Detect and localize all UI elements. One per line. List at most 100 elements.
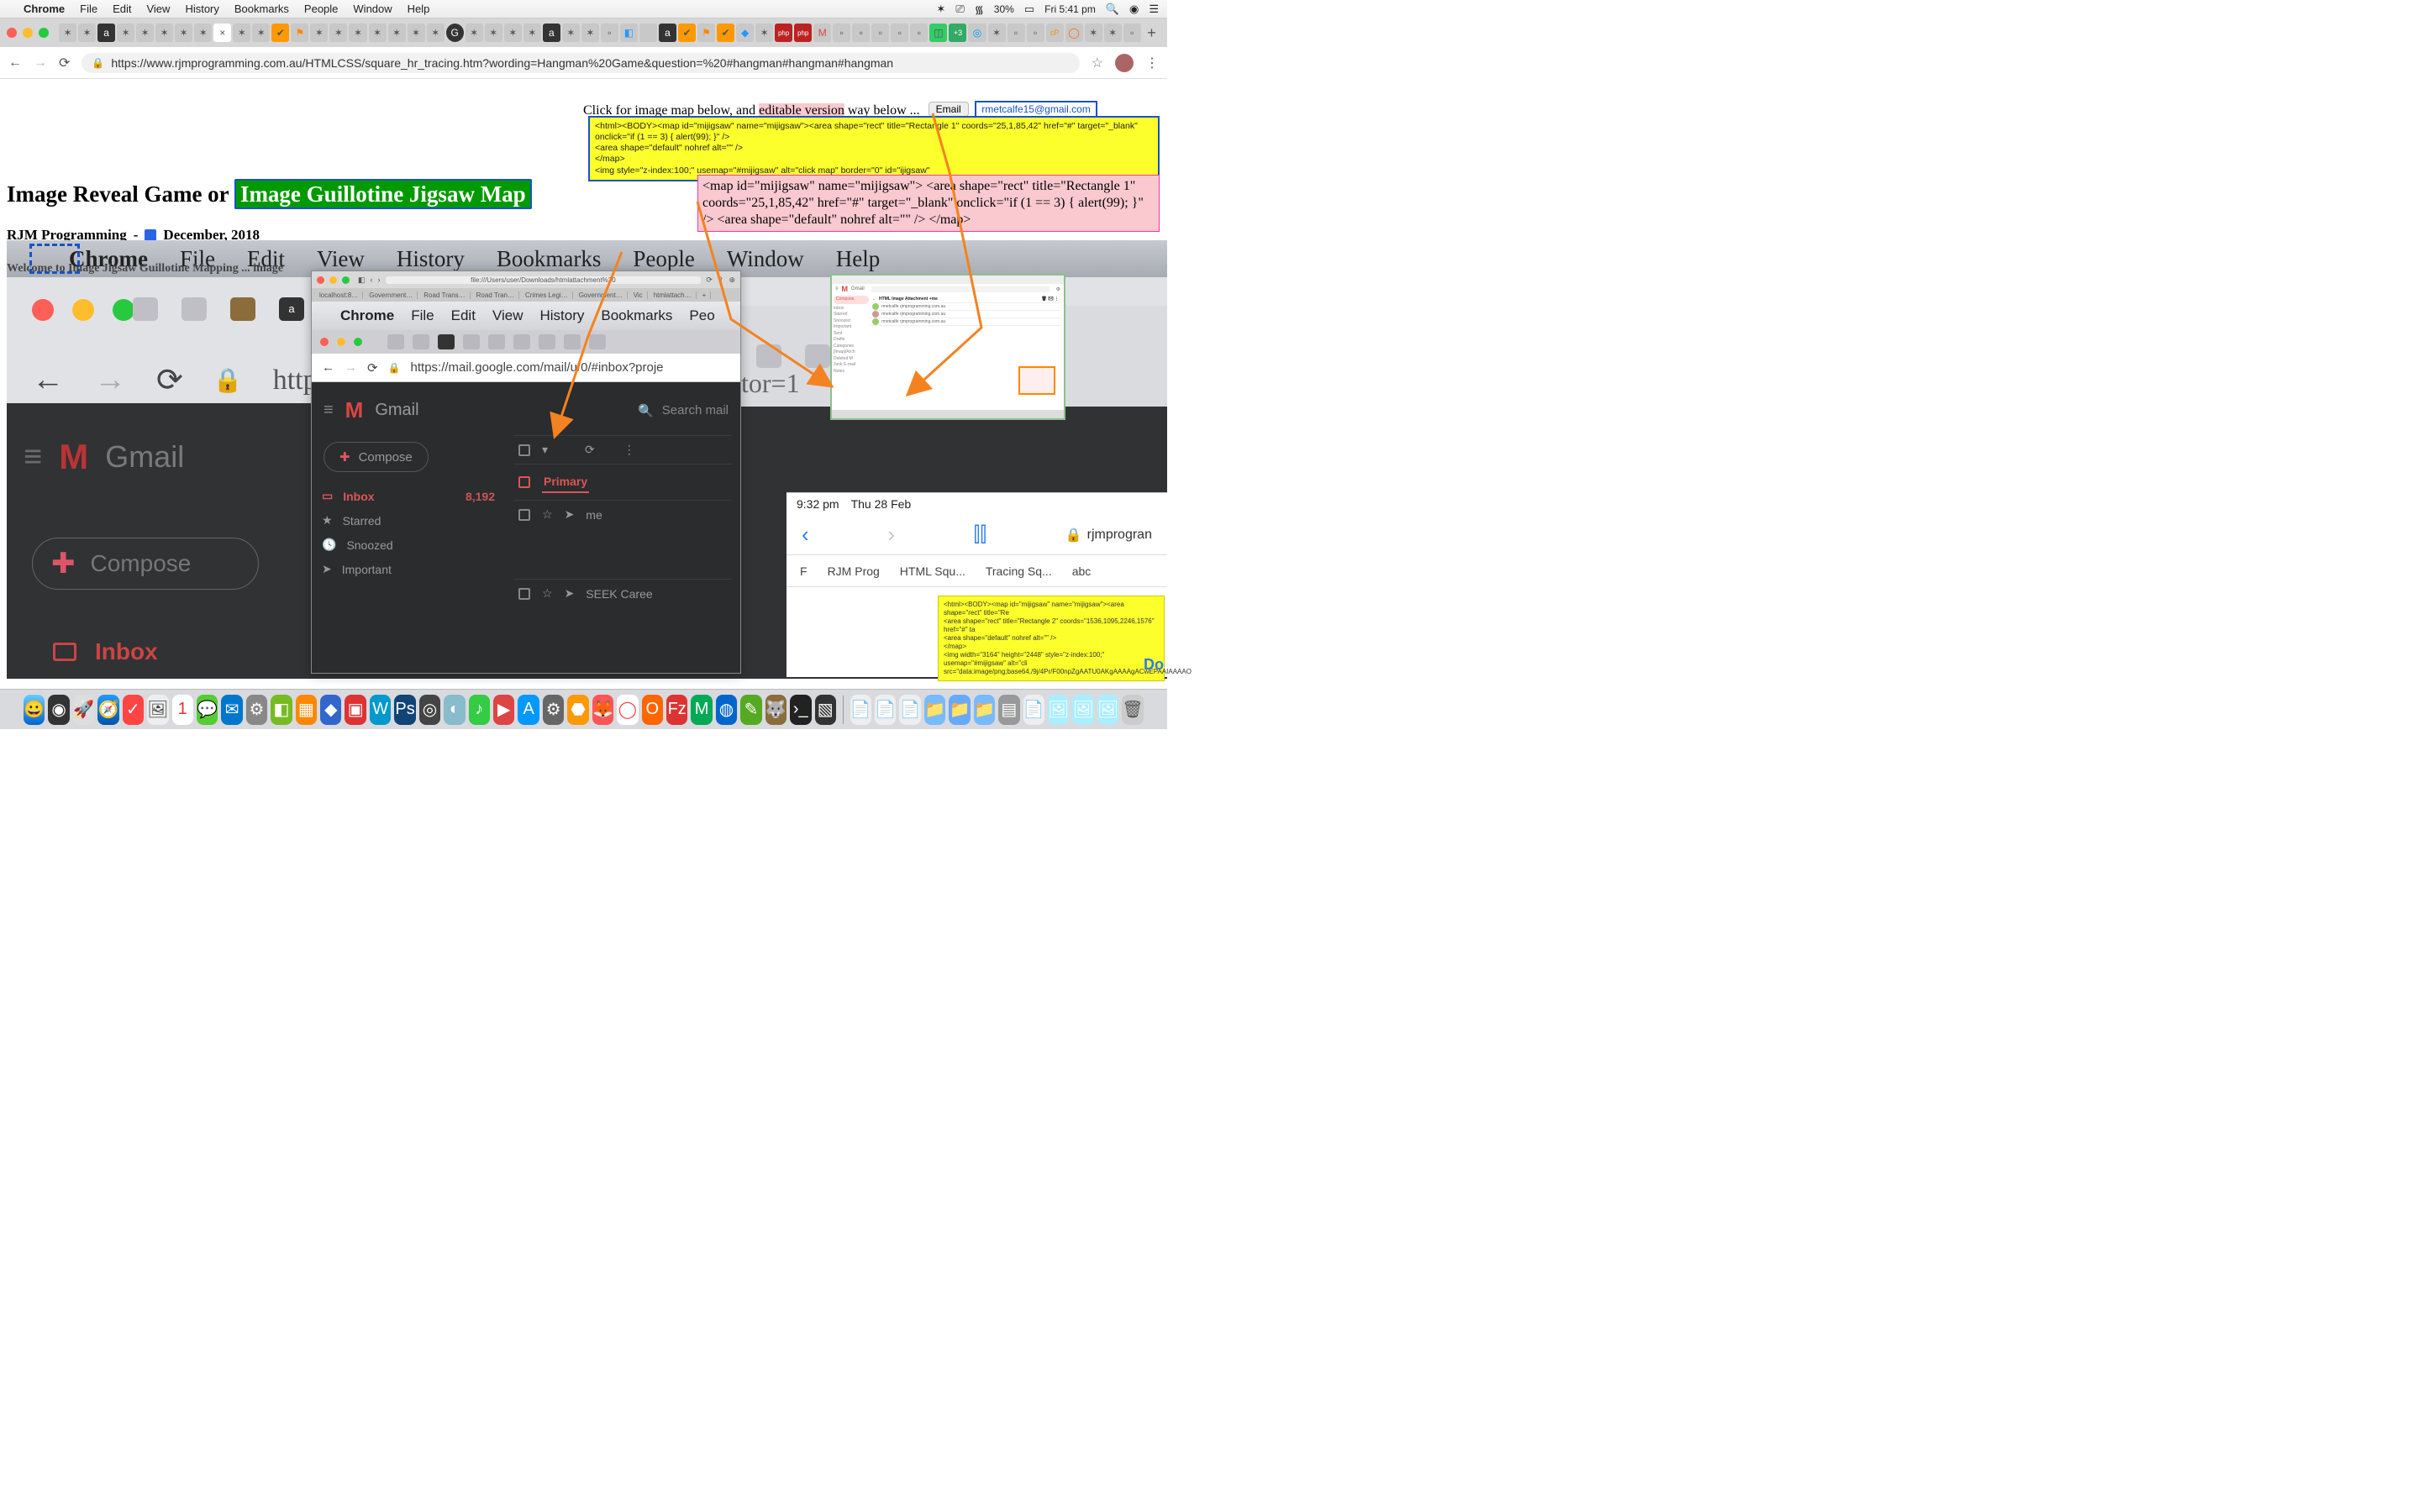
ios-tab[interactable]: HTML Squ... <box>898 561 967 581</box>
menu-view[interactable]: View <box>146 3 170 15</box>
close-window-button[interactable] <box>7 28 17 38</box>
browser-tab[interactable]: php <box>794 24 812 42</box>
browser-tab[interactable]: ▫ <box>871 24 889 42</box>
dock-spotify-icon[interactable]: ♪ <box>469 695 490 725</box>
browser-tab[interactable]: ✶ <box>175 24 192 42</box>
browser-tab[interactable]: ✶ <box>466 24 483 42</box>
dock-mail-icon[interactable]: ✉ <box>221 695 242 725</box>
dock-app-icon[interactable]: ▧ <box>815 695 836 725</box>
dock-launchpad-icon[interactable]: 🚀 <box>73 695 94 725</box>
dock-mamp-icon[interactable]: M <box>691 695 712 725</box>
dock-app-icon[interactable]: ◆ <box>320 695 341 725</box>
menu-file[interactable]: File <box>80 3 97 15</box>
dock-trash-icon[interactable]: 🗑 <box>1122 695 1143 725</box>
dock-folder-icon[interactable]: 📁 <box>924 695 945 725</box>
dock-stack-icon[interactable]: ▤ <box>998 695 1019 725</box>
menu-bookmarks[interactable]: Bookmarks <box>234 3 289 15</box>
dock-app-icon[interactable]: ▣ <box>345 695 366 725</box>
new-tab-button[interactable]: + <box>1143 24 1160 42</box>
browser-tab[interactable]: ✔ <box>678 24 696 42</box>
dock-textedit-icon[interactable]: 📄 <box>850 695 871 725</box>
browser-tab[interactable]: ⚑ <box>697 24 715 42</box>
dock-app-icon[interactable]: ◐ <box>444 695 465 725</box>
browser-tab[interactable]: ✶ <box>523 24 541 42</box>
browser-tab[interactable]: ✶ <box>369 24 387 42</box>
dock-app-icon[interactable]: ⚙ <box>246 695 267 725</box>
browser-tab[interactable]: ▫ <box>852 24 870 42</box>
dock-appstore-icon[interactable]: A <box>518 695 539 725</box>
browser-tab[interactable]: M <box>813 24 831 42</box>
browser-tab[interactable]: ▫ <box>1123 24 1141 42</box>
browser-tab[interactable]: +3 <box>949 24 966 42</box>
forward-button[interactable]: → <box>34 55 47 71</box>
ios-tab[interactable]: abc <box>1071 561 1093 581</box>
dock-doc-icon[interactable]: 📄 <box>875 695 896 725</box>
zoom-window-button[interactable] <box>39 28 49 38</box>
browser-tab[interactable]: a <box>543 24 560 42</box>
browser-tab[interactable]: ◧ <box>620 24 638 42</box>
gmail-thumbnail[interactable]: ≡MGmail⚙ Compose InboxStarredSnoozedImpo… <box>830 274 1065 420</box>
dock-settings-icon[interactable]: ⚙ <box>543 695 564 725</box>
browser-tab[interactable]: a <box>97 24 115 42</box>
dock-app-icon[interactable]: ⬣ <box>567 695 588 725</box>
ios-bookmarks-icon[interactable]: ⫿⫿ <box>974 523 986 547</box>
dock-doc-icon[interactable]: 📄 <box>899 695 920 725</box>
browser-tab[interactable]: G <box>446 24 464 42</box>
dock-messages-icon[interactable]: 💬 <box>197 695 218 725</box>
browser-tab[interactable]: ✶ <box>504 24 522 42</box>
dock-doc-icon[interactable]: 📄 <box>1023 695 1044 725</box>
browser-tab[interactable]: ✶ <box>388 24 406 42</box>
browser-tab[interactable]: ✶ <box>349 24 366 42</box>
bookmark-star-icon[interactable]: ☆ <box>1092 55 1103 71</box>
dock-opera-icon[interactable]: O <box>642 695 663 725</box>
dock-reminders-icon[interactable]: ✓ <box>123 695 144 725</box>
browser-tab[interactable]: a <box>659 24 676 42</box>
browser-tab[interactable]: ✶ <box>485 24 502 42</box>
dock-chrome-icon[interactable]: ◯ <box>617 695 638 725</box>
browser-tab[interactable]: ▫ <box>891 24 908 42</box>
dock-app-icon[interactable]: ▦ <box>296 695 317 725</box>
browser-tab[interactable]: ✶ <box>427 24 445 42</box>
clock[interactable]: Fri 5:41 pm <box>1044 3 1096 15</box>
ios-done-button[interactable]: Do <box>1144 656 1164 674</box>
reload-button[interactable]: ⟳ <box>59 55 70 71</box>
dock-image-icon[interactable]: 🖼 <box>1048 695 1069 725</box>
dock-preview-icon[interactable]: 🖼 <box>147 695 168 725</box>
browser-tab[interactable]: ▫ <box>601 24 618 42</box>
menu-edit[interactable]: Edit <box>113 3 131 15</box>
browser-tab[interactable]: ⚑ <box>291 24 308 42</box>
dock-folder-icon[interactable]: 📁 <box>949 695 970 725</box>
dock-app-icon[interactable]: ✎ <box>740 695 761 725</box>
siri-icon[interactable]: ◉ <box>1129 3 1139 16</box>
email-address-input[interactable]: rmetcalfe15@gmail.com <box>975 101 1097 118</box>
dock-app-icon[interactable]: W <box>370 695 391 725</box>
browser-tab[interactable]: ✶ <box>581 24 599 42</box>
browser-tab[interactable]: ✶ <box>194 24 212 42</box>
dock-image-icon[interactable]: 🖼 <box>1072 695 1093 725</box>
dock-youtube-icon[interactable]: ▶ <box>493 695 514 725</box>
dock-ps-icon[interactable]: Ps <box>394 695 415 725</box>
menu-window[interactable]: Window <box>353 3 392 15</box>
back-button[interactable]: ← <box>8 55 22 71</box>
notification-center-icon[interactable]: ☰ <box>1149 3 1159 16</box>
browser-tab[interactable]: ✶ <box>1104 24 1122 42</box>
dock-safari-icon[interactable]: 🧭 <box>97 695 118 725</box>
browser-tab[interactable]: ▫ <box>910 24 928 42</box>
browser-tab[interactable] <box>639 24 657 42</box>
dock-app-icon[interactable]: ◍ <box>716 695 737 725</box>
dock-app-icon[interactable]: ◎ <box>419 695 440 725</box>
address-bar[interactable]: 🔒 https://www.rjmprogramming.com.au/HTML… <box>82 53 1079 73</box>
app-name[interactable]: Chrome <box>24 3 65 15</box>
heading-highlight[interactable]: Image Guillotine Jigsaw Map <box>234 179 532 209</box>
dock-firefox-icon[interactable]: 🦊 <box>592 695 613 725</box>
wifi-icon[interactable]: ᯾ <box>975 2 984 17</box>
chrome-menu-icon[interactable]: ⋮ <box>1145 55 1159 71</box>
browser-tab[interactable]: ◯ <box>1065 24 1083 42</box>
ios-address[interactable]: 🔒rjmprogran <box>1065 527 1152 543</box>
dock-calendar-icon[interactable]: 1 <box>172 695 193 725</box>
spotlight-icon[interactable]: 🔍 <box>1106 3 1119 16</box>
browser-tab[interactable]: ✔ <box>271 24 289 42</box>
dock-finder-icon[interactable]: 😀 <box>24 695 45 725</box>
browser-tab[interactable]: ✶ <box>117 24 134 42</box>
browser-tab[interactable]: ✶ <box>136 24 154 42</box>
